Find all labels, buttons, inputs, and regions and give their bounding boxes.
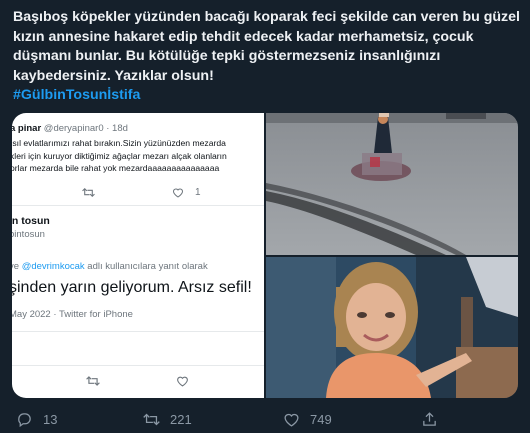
reply-line: ısıl evlatlarımızı rahat bırakın.Sizin y… [12,138,226,148]
tweet-text-line: kızın annesine hakaret edip tehdit edece… [13,28,474,45]
reply-author-handle: @deryapinar0 · 18d [43,123,128,134]
reply-line: kleri için kuruyor diktiğimiz ağaçlar me… [12,150,227,161]
reply-author-name: a pinar [12,123,42,134]
like-button[interactable]: 749 [283,411,332,428]
mention-link: @devrimkocak [21,261,85,272]
share-button[interactable] [421,411,438,428]
retweet-icon [82,187,95,201]
girl-photo[interactable] [266,257,518,398]
tweet-text: Başıboş köpekler yüzünden bacağı koparak… [13,8,520,106]
girl-photo-art [266,257,518,398]
tweet-text-line: düşmanı bunlar. Bu kötülüğe tepki göster… [13,48,441,64]
heart-icon [284,413,299,427]
author-name: in tosun [12,215,50,227]
reply-button[interactable]: 13 [16,411,57,428]
divider [12,205,264,206]
retweet-icon [143,413,160,426]
like-icon [172,187,184,201]
street-photo[interactable] [266,113,518,255]
like-count: 749 [310,412,332,427]
author-handle: bintosun [12,229,45,240]
share-icon [423,412,436,426]
retweet-count: 221 [170,412,192,427]
tweet-text-line: kaybedersiniz. Yazıklar olsun! [13,67,214,84]
reply-to-prefix: ve [12,261,20,272]
tweet-meta: May 2022 · Twitter for iPhone [12,309,133,320]
tweet-text-line: Başıboş köpekler yüzünden bacağı koparak… [13,9,520,25]
reply-count: 13 [43,412,58,427]
media-grid: a pinar @deryapinar0 · 18d ısıl evlatlar… [12,113,518,398]
reply-body: ısıl evlatlarımızı rahat bırakın.Sizin y… [12,137,260,175]
reply-icon [18,413,31,428]
retweet-icon [86,375,100,390]
retweet-button[interactable]: 221 [143,411,192,428]
reply-to-line: ve @devrimkocak adlı kullanıcılara yanıt… [12,261,208,272]
reply-header: a pinar @deryapinar0 · 18d [12,123,128,134]
divider [12,331,264,332]
reply-line: orlar mezarda bile rahat yok mezardaaaaa… [12,163,220,173]
hashtag-link[interactable]: #GülbinTosunİstifa [13,86,518,106]
reply-to-suffix: adlı kullanıcılara yanıt olarak [87,261,208,272]
street-photo-art [266,113,518,255]
screenshot-main-text: şinden yarın geliyorum. Arsız sefil! [12,279,252,296]
reply-actions: 1 [12,187,264,201]
reply-like-count: 1 [195,187,201,198]
screenshot-actions [12,375,264,389]
embedded-screenshot[interactable]: a pinar @deryapinar0 · 18d ısıl evlatlar… [12,113,264,398]
like-icon [176,375,189,390]
divider [12,365,264,366]
tweet-actions: 13 221 749 [0,403,530,433]
